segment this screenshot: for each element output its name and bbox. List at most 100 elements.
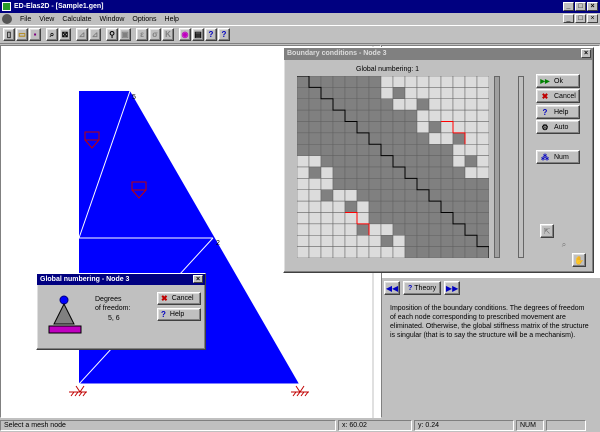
matrix-cell[interactable] [452,98,466,111]
matrix-cell[interactable] [428,109,442,122]
stiffness-icon[interactable]: K [162,28,174,41]
matrix-cell[interactable] [476,144,490,156]
matrix-cell[interactable] [452,87,466,99]
matrix-cell[interactable] [428,144,442,156]
menu-help[interactable]: Help [161,16,183,23]
previous-page-button[interactable]: ◀◀ [384,281,400,295]
matrix-cell[interactable] [380,166,394,179]
matrix-cell[interactable] [416,166,430,179]
menu-window[interactable]: Window [96,16,129,23]
matrix-cell[interactable] [416,144,430,156]
matrix-cell[interactable] [452,223,466,236]
matrix-cell[interactable] [380,121,394,134]
mdi-minimize-button[interactable]: _ [563,14,574,23]
matrix-cell[interactable] [368,189,382,202]
matrix-cell[interactable] [344,109,358,122]
matrix-cell[interactable] [440,121,454,134]
pan-icon[interactable]: ✋ [572,253,586,267]
matrix-cell[interactable] [356,155,370,168]
matrix-cell[interactable] [344,121,358,134]
matrix-cell[interactable] [320,212,334,225]
matrix-cell[interactable] [404,144,418,156]
matrix-cell[interactable] [320,178,334,190]
matrix-cell[interactable] [416,87,430,99]
matrix-cell[interactable] [308,75,322,88]
matrix-cell[interactable] [380,155,394,168]
matrix-cell[interactable] [464,166,478,179]
matrix-cell[interactable] [416,75,430,88]
matrix-cell[interactable] [308,178,322,190]
matrix-cell[interactable] [416,189,430,202]
matrix-cell[interactable] [332,132,346,145]
matrix-cell[interactable] [380,189,394,202]
matrix-cell[interactable] [452,166,466,179]
matrix-cell[interactable] [428,235,442,247]
matrix-cell[interactable] [380,178,394,190]
matrix-cell[interactable] [476,75,490,88]
matrix-cell[interactable] [392,75,406,88]
cancel-button[interactable]: ✖ Cancel [157,292,201,305]
matrix-cell[interactable] [332,212,346,225]
matrix-cell[interactable] [320,246,334,259]
matrix-cell[interactable] [416,132,430,145]
menu-calculate[interactable]: Calculate [58,16,95,23]
matrix-cell[interactable] [428,200,442,213]
matrix-cell[interactable] [320,98,334,111]
matrix-cell[interactable] [392,246,406,259]
matrix-cell[interactable] [308,121,322,134]
matrix-cell[interactable] [344,246,358,259]
matrix-cell[interactable] [428,132,442,145]
matrix-cell[interactable] [380,132,394,145]
matrix-cell[interactable] [344,235,358,247]
matrix-cell[interactable] [380,109,394,122]
matrix-cell[interactable] [356,189,370,202]
matrix-cell[interactable] [404,155,418,168]
matrix-cell[interactable] [440,246,454,259]
matrix-cell[interactable] [464,132,478,145]
print-icon[interactable]: ▤ [192,28,204,41]
zoom-out-icon[interactable]: ⊠ [59,28,71,41]
matrix-cell[interactable] [332,121,346,134]
matrix-cell[interactable] [296,75,310,88]
matrix-cell[interactable] [368,75,382,88]
matrix-cell[interactable] [476,87,490,99]
matrix-cell[interactable] [356,178,370,190]
matrix-cell[interactable] [392,109,406,122]
matrix-cell[interactable] [368,178,382,190]
matrix-cell[interactable] [404,235,418,247]
matrix-cell[interactable] [416,121,430,134]
zoom-icon[interactable]: ⌕ [557,238,571,252]
matrix-cell[interactable] [320,166,334,179]
matrix-cell[interactable] [392,132,406,145]
matrix-cell[interactable] [476,109,490,122]
matrix-cell[interactable] [440,212,454,225]
matrix-cell[interactable] [332,200,346,213]
matrix-cell[interactable] [392,121,406,134]
matrix-cell[interactable] [356,75,370,88]
matrix-cell[interactable] [296,212,310,225]
matrix-cell[interactable] [296,178,310,190]
matrix-cell[interactable] [332,189,346,202]
matrix-cell[interactable] [404,132,418,145]
matrix-cell[interactable] [344,189,358,202]
matrix-cell[interactable] [392,189,406,202]
maximize-button[interactable]: □ [575,2,586,11]
matrix-cell[interactable] [452,155,466,168]
matrix-cell[interactable] [320,121,334,134]
matrix-cell[interactable] [296,189,310,202]
matrix-cell[interactable] [320,189,334,202]
matrix-cell[interactable] [452,189,466,202]
stiffness-matrix-grid[interactable] [296,75,490,259]
move-icon[interactable]: ⇱ [540,224,554,238]
matrix-cell[interactable] [296,144,310,156]
matrix-cell[interactable] [308,155,322,168]
close-button[interactable]: × [587,2,598,11]
new-file-icon[interactable]: ▯ [3,28,15,41]
matrix-cell[interactable] [368,235,382,247]
matrix-cell[interactable] [308,223,322,236]
matrix-cell[interactable] [308,212,322,225]
close-button[interactable]: × [193,275,203,283]
matrix-cell[interactable] [368,200,382,213]
matrix-cell[interactable] [464,144,478,156]
matrix-cell[interactable] [392,166,406,179]
